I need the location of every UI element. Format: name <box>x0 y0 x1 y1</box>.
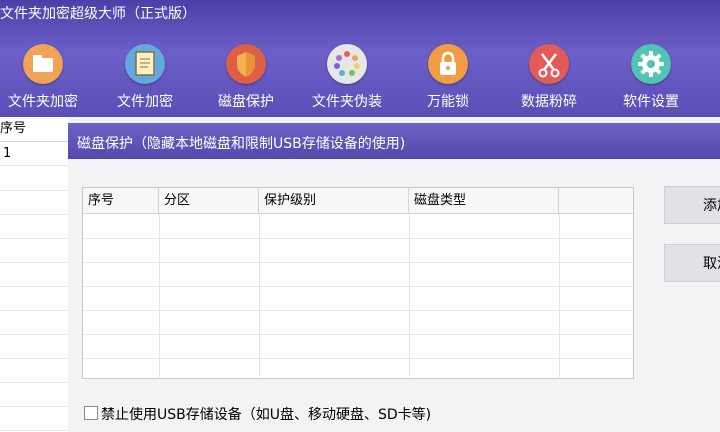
toolbar-label: 文件夹伪装 <box>312 94 382 110</box>
list-item-empty <box>0 406 68 431</box>
toolbar-data-shred[interactable]: 数据粉碎 <box>499 42 599 114</box>
usb-block-option[interactable]: 禁止使用USB存储设备（如U盘、移动硬盘、SD卡等) <box>84 405 431 425</box>
toolbar-label: 软件设置 <box>623 94 679 110</box>
list-item-empty <box>0 214 68 239</box>
list-item-empty <box>0 190 68 215</box>
usb-block-label: 禁止使用USB存储设备（如U盘、移动硬盘、SD卡等) <box>101 407 432 423</box>
shield-icon <box>226 44 266 84</box>
usb-block-checkbox[interactable] <box>84 406 98 420</box>
list-item-empty <box>0 382 68 407</box>
toolbar-file-encrypt[interactable]: 文件加密 <box>95 42 195 114</box>
list-item-empty <box>0 166 68 191</box>
list-item-empty <box>0 238 68 263</box>
grid-line <box>83 334 633 335</box>
scissors-icon <box>529 44 569 84</box>
gear-icon <box>631 44 671 84</box>
list-item-empty <box>0 358 68 383</box>
lock-icon <box>428 44 468 84</box>
grid-line <box>83 262 633 263</box>
column-header-partition[interactable]: 分区 <box>159 188 259 214</box>
left-list-panel: 序号 1 <box>0 117 69 432</box>
dialog-titlebar: 磁盘保护（隐藏本地磁盘和限制USB存储设备的使用) <box>68 123 720 159</box>
column-header-index[interactable]: 序号 <box>83 188 159 214</box>
grid-line <box>83 358 633 359</box>
toolbar-folder-encrypt[interactable]: 文件夹加密 <box>0 42 93 114</box>
grid-line <box>83 286 633 287</box>
list-item-empty <box>0 334 68 359</box>
cancel-button[interactable]: 取消 <box>664 244 720 282</box>
list-item-empty <box>0 310 68 335</box>
list-item-empty <box>0 262 68 287</box>
add-button[interactable]: 添加 <box>664 186 720 224</box>
app-title: 文件夹加密超级大师（正式版） <box>0 6 196 22</box>
column-header-protect-level[interactable]: 保护级别 <box>259 188 409 214</box>
partition-table[interactable]: 序号 分区 保护级别 磁盘类型 <box>82 187 634 379</box>
left-list-header: 序号 <box>0 117 68 142</box>
palette-icon <box>327 44 367 84</box>
grid-line <box>83 238 633 239</box>
toolbar-label: 数据粉碎 <box>521 94 577 110</box>
toolbar-disk-protect[interactable]: 磁盘保护 <box>196 42 296 114</box>
disk-protect-dialog: 磁盘保护（隐藏本地磁盘和限制USB存储设备的使用) 序号 分区 保护级别 磁盘类… <box>68 117 720 432</box>
dialog-title: 磁盘保护（隐藏本地磁盘和限制USB存储设备的使用) <box>77 136 406 152</box>
column-header-disk-type[interactable]: 磁盘类型 <box>409 188 559 214</box>
toolbar-label: 磁盘保护 <box>218 94 274 110</box>
toolbar-label: 文件加密 <box>117 94 173 110</box>
document-icon <box>125 44 165 84</box>
toolbar-settings[interactable]: 软件设置 <box>601 42 701 114</box>
toolbar-label: 万能锁 <box>427 94 469 110</box>
app-header: 文件夹加密超级大师（正式版） 文件夹加密 文件加密 磁盘保护 文件夹伪装 万能锁… <box>0 0 720 117</box>
toolbar-folder-disguise[interactable]: 文件夹伪装 <box>297 42 397 114</box>
folder-icon <box>23 44 63 84</box>
grid-line <box>83 310 633 311</box>
toolbar-label: 文件夹加密 <box>8 94 78 110</box>
list-item[interactable]: 1 <box>0 142 68 166</box>
main-toolbar: 文件夹加密 文件加密 磁盘保护 文件夹伪装 万能锁 数据粉碎 软件设置 <box>0 42 720 114</box>
list-item-empty <box>0 286 68 311</box>
toolbar-universal-lock[interactable]: 万能锁 <box>398 42 498 114</box>
column-header-filler <box>559 188 633 214</box>
